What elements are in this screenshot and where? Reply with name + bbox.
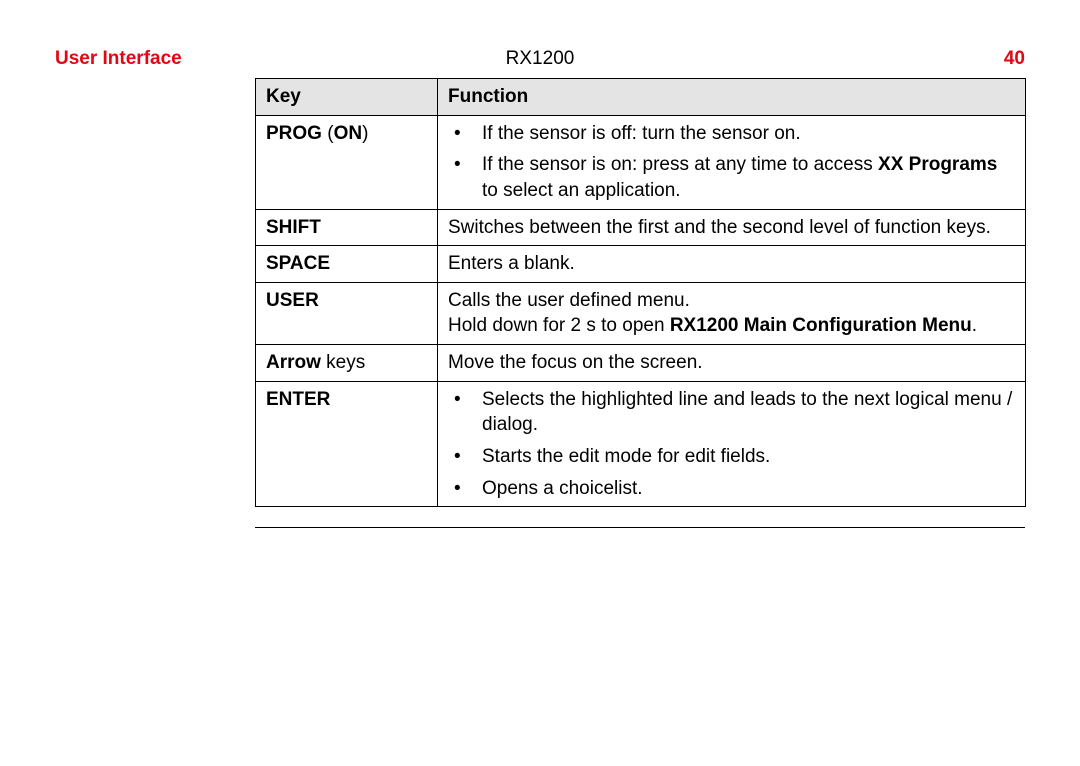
section-divider [255,527,1025,528]
text: Calls the user defined menu. [448,290,690,311]
text-bold: Arrow [266,352,321,373]
table-row: PROG (ON) If the sensor is off: turn the… [256,115,1026,209]
table-row: SPACE Enters a blank. [256,246,1026,283]
key-on: ON [334,123,363,144]
bullet-list: Selects the highlighted line and leads t… [448,387,1017,502]
bullet-item: If the sensor is on: press at any time t… [448,152,1017,203]
page-number: 40 [1004,48,1025,70]
col-header-key: Key [256,79,438,116]
key-function-table-wrap: Key Function PROG (ON) If the sensor is … [255,78,1025,507]
func-cell-enter: Selects the highlighted line and leads t… [438,381,1026,507]
text: to select an application. [482,180,681,201]
func-cell-space: Enters a blank. [438,246,1026,283]
key-cell-enter: ENTER [256,381,438,507]
key-function-table: Key Function PROG (ON) If the sensor is … [255,78,1026,507]
text: If the sensor is on: press at any time t… [482,154,878,175]
key-cell-arrow: Arrow keys [256,345,438,382]
bullet-item: Opens a choicelist. [448,476,1017,502]
bullet-item: Selects the highlighted line and leads t… [448,387,1017,438]
text: Hold down for 2 s to open [448,315,670,336]
func-cell-user: Calls the user defined menu. Hold down f… [438,282,1026,344]
table-row: ENTER Selects the highlighted line and l… [256,381,1026,507]
model-name: RX1200 [506,48,575,70]
key-text: PROG [266,123,327,144]
text: . [972,315,977,336]
text-bold: RX1200 Main Configuration Menu [670,315,972,336]
table-row: USER Calls the user defined menu. Hold d… [256,282,1026,344]
table-header-row: Key Function [256,79,1026,116]
page-header: User Interface RX1200 40 [55,48,1025,70]
text: keys [321,352,365,373]
func-cell-prog-on: If the sensor is off: turn the sensor on… [438,115,1026,209]
table-row: Arrow keys Move the focus on the screen. [256,345,1026,382]
bullet-item: If the sensor is off: turn the sensor on… [448,121,1017,147]
paren-close: ) [362,123,368,144]
bullet-list: If the sensor is off: turn the sensor on… [448,121,1017,204]
key-cell-user: USER [256,282,438,344]
key-cell-prog-on: PROG (ON) [256,115,438,209]
text-bold: XX [878,154,903,175]
section-title: User Interface [55,48,182,70]
bullet-item: Starts the edit mode for edit fields. [448,444,1017,470]
col-header-function: Function [438,79,1026,116]
func-cell-arrow: Move the focus on the screen. [438,345,1026,382]
key-cell-space: SPACE [256,246,438,283]
document-page: User Interface RX1200 40 Key Function PR… [0,0,1080,528]
table-row: SHIFT Switches between the first and the… [256,209,1026,246]
text-bold: Programs [909,154,998,175]
key-cell-shift: SHIFT [256,209,438,246]
func-cell-shift: Switches between the first and the secon… [438,209,1026,246]
